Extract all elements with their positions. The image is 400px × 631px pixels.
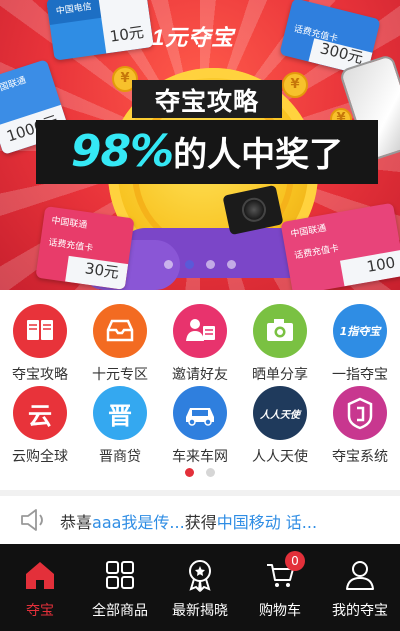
cart-count-badge: 0: [285, 551, 305, 571]
category-item-ten-yuan[interactable]: 十元专区: [80, 304, 160, 384]
notice-user[interactable]: aaa我是传...: [92, 513, 185, 532]
tray-icon: [93, 304, 147, 358]
tab-all-products[interactable]: 全部商品: [80, 544, 160, 631]
category-label: 夺宝攻略: [12, 367, 68, 383]
tab-label: 购物车: [259, 603, 301, 619]
invite-icon: [173, 304, 227, 358]
category-label: 人人天使: [252, 449, 308, 465]
category-item-jinshang[interactable]: 晋 晋商贷: [80, 386, 160, 466]
user-icon: [320, 558, 400, 592]
angel-glyph: 人人天使: [260, 409, 300, 421]
category-label: 车来车网: [172, 449, 228, 465]
category-item-strategy[interactable]: 夺宝攻略: [0, 304, 80, 384]
winner-notice-bar[interactable]: 恭喜aaa我是传...获得中国移动 话...: [0, 496, 400, 544]
cloud-glyph: 云: [28, 401, 52, 430]
banner-dot[interactable]: [164, 260, 173, 269]
card-brand: 中国联通: [289, 223, 328, 240]
tab-label: 全部商品: [92, 603, 148, 619]
shield-icon: [333, 386, 387, 440]
camera-icon: [253, 304, 307, 358]
category-label: 十元专区: [92, 367, 148, 383]
jinshang-glyph: 晋: [108, 401, 132, 430]
category-item-cloud-global[interactable]: 云 云购全球: [0, 386, 80, 466]
phone-card-unicom-30: 中国联通 话费充值卡 30元: [35, 206, 135, 290]
one-finger-glyph: 1指夺宝: [339, 325, 381, 338]
notice-prize[interactable]: 中国移动 话...: [217, 513, 317, 532]
category-label: 云购全球: [12, 449, 68, 465]
category-item-invite[interactable]: 邀请好友: [160, 304, 240, 384]
one-finger-logo: 1指夺宝: [333, 304, 387, 358]
angel-icon: 人人天使: [253, 386, 307, 440]
promo-banner[interactable]: 中国电信 10元 话费充值卡 300元 中国联通 1000元 ¥ ¥ ¥ 1元夺…: [0, 0, 400, 290]
tab-label: 夺宝: [26, 603, 54, 619]
notice-middle: 获得: [184, 513, 217, 532]
banner-dot-active[interactable]: [185, 260, 194, 269]
category-pagination: [0, 468, 400, 477]
yen-coin-icon: ¥: [282, 72, 308, 98]
banner-tagline: 98%的人中奖了: [36, 126, 378, 177]
tab-latest-results[interactable]: 最新揭晓: [160, 544, 240, 631]
category-item-system[interactable]: 夺宝系统: [320, 386, 400, 466]
banner-dot[interactable]: [227, 260, 236, 269]
category-grid: 夺宝攻略 十元专区 邀请好友 晒单分享 1指夺宝 一指夺宝 云 云购全球 晋 晋…: [0, 290, 400, 490]
category-label: 夺宝系统: [332, 449, 388, 465]
category-page-dot-active[interactable]: [185, 468, 194, 477]
bottom-tab-bar: 夺宝 全部商品 最新揭晓 0 购物车 我的夺宝: [0, 544, 400, 631]
category-page-dot[interactable]: [206, 468, 215, 477]
tab-label: 我的夺宝: [332, 603, 388, 619]
banner-dot[interactable]: [206, 260, 215, 269]
banner-headline: 夺宝攻略: [154, 87, 259, 116]
tab-my-account[interactable]: 我的夺宝: [320, 544, 400, 631]
category-item-one-finger[interactable]: 1指夺宝 一指夺宝: [320, 304, 400, 384]
book-icon: [13, 304, 67, 358]
home-icon: [0, 558, 80, 592]
jinshang-icon: 晋: [93, 386, 147, 440]
category-item-share[interactable]: 晒单分享: [240, 304, 320, 384]
notice-text: 恭喜aaa我是传...获得中国移动 话...: [60, 509, 317, 533]
speaker-icon: [21, 509, 43, 531]
card-brand: 中国联通: [0, 75, 28, 97]
tagline-percent: 98%: [70, 126, 174, 177]
category-label: 邀请好友: [172, 367, 228, 383]
banner-pagination: [0, 260, 400, 269]
cart-icon: [240, 558, 320, 592]
cloud-char-icon: 云: [13, 386, 67, 440]
category-label: 一指夺宝: [332, 367, 388, 383]
tab-label: 最新揭晓: [172, 603, 228, 619]
car-icon: [173, 386, 227, 440]
card-kind: 话费充值卡: [47, 237, 94, 255]
grid-icon: [80, 558, 160, 592]
category-item-angel[interactable]: 人人天使 人人天使: [240, 386, 320, 466]
notice-prefix: 恭喜: [60, 513, 93, 532]
card-brand: 中国联通: [50, 216, 88, 232]
category-label: 晒单分享: [252, 367, 308, 383]
tab-home[interactable]: 夺宝: [0, 544, 80, 631]
category-label: 晋商贷: [99, 449, 141, 465]
award-icon: [160, 558, 240, 592]
category-item-car[interactable]: 车来车网: [160, 386, 240, 466]
brand-logo: 1元夺宝: [152, 25, 235, 50]
tab-cart[interactable]: 0 购物车: [240, 544, 320, 631]
tagline-text: 的人中奖了: [173, 135, 344, 175]
